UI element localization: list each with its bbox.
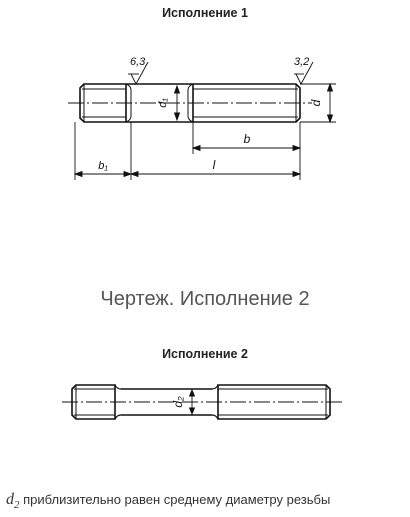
dim-d2-label: d₂ — [171, 396, 185, 408]
drawing-caption: Чертеж. Исполнение 2 — [100, 288, 310, 310]
note-description: приблизительно равен среднему диаметру р… — [19, 492, 331, 507]
dim-d1-label: d₁ — [157, 98, 169, 108]
note-text: d2 приблизительно равен среднему диаметр… — [6, 491, 406, 511]
dim-b1-label: b₁ — [98, 160, 108, 172]
stud-drawing-execution-2: d₂ — [62, 384, 344, 420]
roughness-right-label: 3,2 — [294, 56, 309, 68]
stud-drawing-execution-1: d₁ d 6,3 3,2 b b₁ l — [68, 56, 336, 180]
note-symbol: d2 — [6, 491, 20, 512]
dim-l-label: l — [213, 158, 216, 172]
figure1-title: Исполнение 1 — [162, 6, 248, 20]
figure2-title: Исполнение 2 — [162, 347, 248, 361]
dim-b-label: b — [244, 132, 251, 146]
roughness-left-label: 6,3 — [130, 56, 146, 68]
dim-d-label: d — [309, 99, 323, 106]
